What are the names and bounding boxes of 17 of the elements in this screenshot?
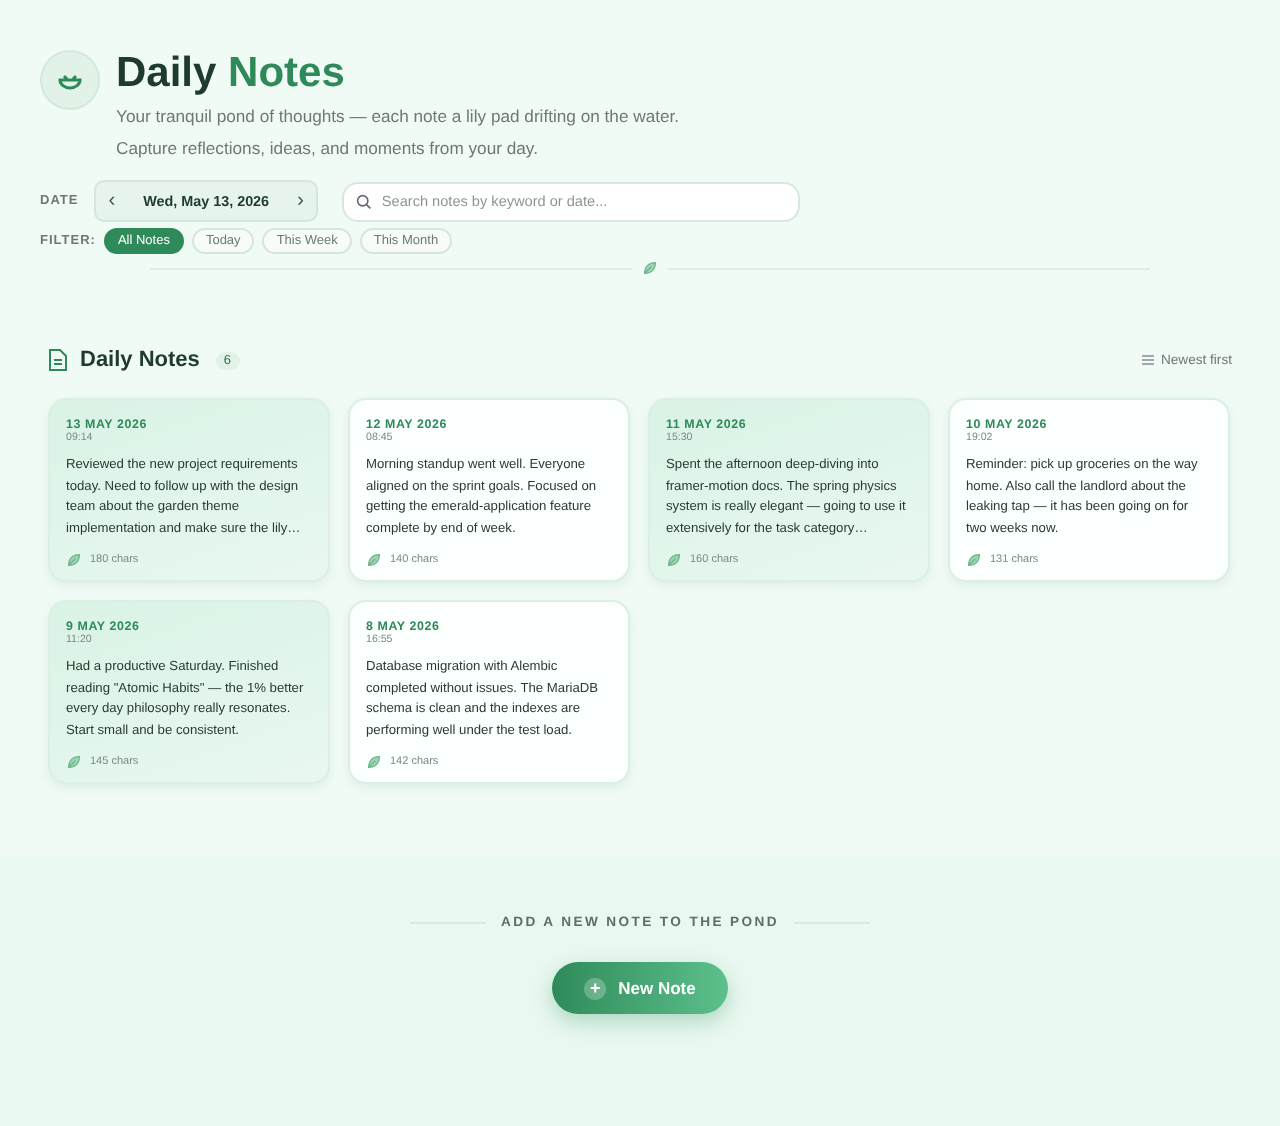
search-icon: [355, 193, 372, 209]
leaf-icon: [966, 552, 982, 568]
page-title: Daily Notes: [116, 50, 347, 98]
subtitle: Capture reflections, ideas, and moments from your day.: [116, 136, 540, 162]
leaf-icon: [666, 552, 682, 568]
logo-icon: [40, 50, 100, 110]
previous-date-button[interactable]: ‹: [108, 190, 116, 212]
document-icon: [48, 348, 68, 372]
sort-icon: [1142, 354, 1155, 366]
leaf-icon: [366, 552, 382, 568]
leaf-icon: [66, 754, 82, 770]
leaf-icon: [66, 552, 82, 568]
section-title: Daily Notes: [80, 348, 200, 372]
leaf-icon: [642, 260, 658, 276]
next-date-button[interactable]: ›: [297, 190, 304, 212]
subtitle: Your tranquil pond of thoughts — each note a lily pad drifting on the water.: [116, 104, 680, 130]
leaf-icon: [366, 754, 382, 770]
